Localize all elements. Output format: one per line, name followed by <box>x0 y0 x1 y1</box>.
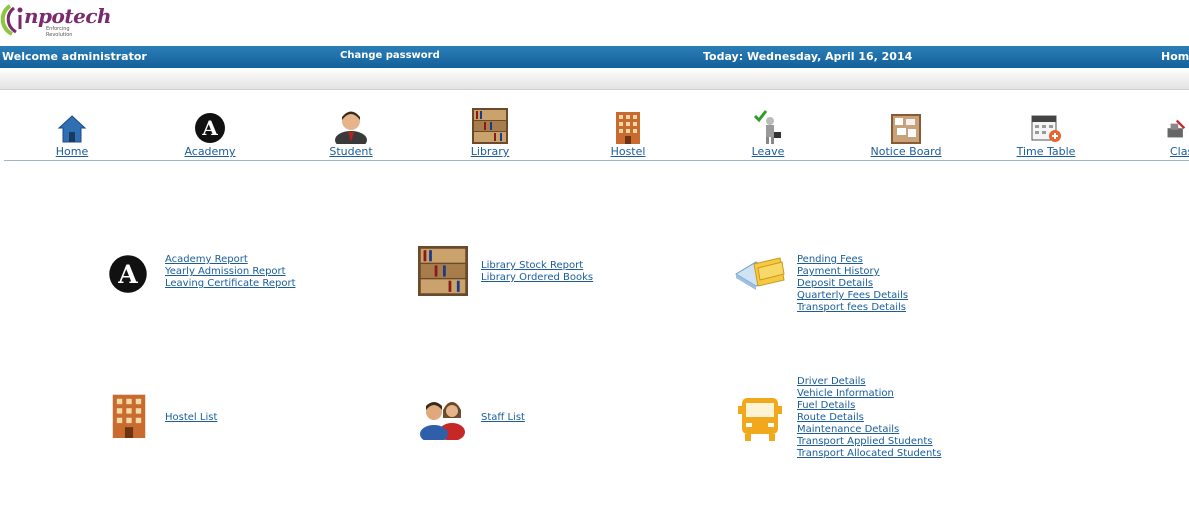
payment-history-link[interactable]: Payment History <box>797 266 908 278</box>
transport-links: Driver Details Vehicle Information Fuel … <box>797 376 941 460</box>
home-link[interactable]: Home <box>1161 50 1189 63</box>
nav-item-home[interactable]: Home <box>52 106 92 158</box>
logo-text: npotech <box>24 4 112 28</box>
vehicle-information-link[interactable]: Vehicle Information <box>797 388 941 400</box>
app-logo: npotech Enforcing Revolution <box>0 0 112 42</box>
fuel-details-link[interactable]: Fuel Details <box>797 400 941 412</box>
fees-group: Pending Fees Payment History Deposit Det… <box>734 254 954 318</box>
hostel-group: Hostel List <box>108 392 268 440</box>
library-icon <box>472 108 508 144</box>
nav-label: Clas <box>1170 145 1189 158</box>
change-password-link[interactable]: Change password <box>340 50 440 61</box>
nav-label: Time Table <box>1016 145 1076 158</box>
library-links: Library Stock Report Library Ordered Boo… <box>481 260 593 284</box>
nav-label: Leave <box>751 145 785 158</box>
sub-bar <box>0 68 1189 90</box>
driver-details-link[interactable]: Driver Details <box>797 376 941 388</box>
student-icon <box>335 111 367 144</box>
route-details-link[interactable]: Route Details <box>797 412 941 424</box>
nav-item-time-table[interactable]: Time Table <box>1014 106 1078 158</box>
leave-icon <box>753 110 781 144</box>
transport-fees-details-link[interactable]: Transport fees Details <box>797 302 908 314</box>
hostel-icon <box>112 394 146 438</box>
quarterly-fees-details-link[interactable]: Quarterly Fees Details <box>797 290 908 302</box>
academy-links: Academy Report Yearly Admission Report L… <box>165 254 296 290</box>
transport-allocated-students-link[interactable]: Transport Allocated Students <box>797 448 941 460</box>
nav-label: Hostel <box>610 145 646 158</box>
academy-icon: A <box>109 255 147 293</box>
deposit-details-link[interactable]: Deposit Details <box>797 278 908 290</box>
library-reports-group: Library Stock Report Library Ordered Boo… <box>418 246 638 298</box>
nav-label: Academy <box>184 145 236 158</box>
academy-reports-group: A Academy Report Yearly Admission Report… <box>108 254 328 298</box>
welcome-text: Welcome administrator <box>2 50 147 63</box>
hostel-links: Hostel List <box>165 412 217 424</box>
logo-tagline: Enforcing Revolution <box>46 26 73 38</box>
leaving-certificate-report-link[interactable]: Leaving Certificate Report <box>165 278 296 290</box>
home-icon <box>57 115 87 143</box>
yearly-admission-report-link[interactable]: Yearly Admission Report <box>165 266 296 278</box>
library-ordered-books-link[interactable]: Library Ordered Books <box>481 272 593 284</box>
academy-icon: A <box>195 113 225 143</box>
fees-icon <box>735 257 785 290</box>
nav-item-hostel[interactable]: Hostel <box>606 106 650 158</box>
transport-group: Driver Details Vehicle Information Fuel … <box>734 376 954 464</box>
hostel-icon <box>616 112 640 144</box>
top-bar: Welcome administrator Change password To… <box>0 46 1189 68</box>
main-nav: Home A Academy Student Library Hostel Le… <box>0 106 1189 161</box>
staff-list-link[interactable]: Staff List <box>481 412 525 424</box>
today-date: Today: Wednesday, April 16, 2014 <box>703 50 913 63</box>
staff-icon <box>420 402 465 440</box>
nav-label: Notice Board <box>870 145 942 158</box>
academy-report-link[interactable]: Academy Report <box>165 254 296 266</box>
nav-item-student[interactable]: Student <box>325 106 377 158</box>
notice-board-icon <box>891 114 921 144</box>
time-table-icon <box>1031 115 1061 142</box>
hostel-list-link[interactable]: Hostel List <box>165 412 217 424</box>
nav-label: Student <box>329 145 373 158</box>
nav-item-class[interactable]: Clas <box>1166 106 1189 158</box>
library-stock-report-link[interactable]: Library Stock Report <box>481 260 593 272</box>
svg-text:A: A <box>117 260 138 289</box>
nav-divider <box>4 160 1189 161</box>
class-icon <box>1167 119 1186 138</box>
staff-group: Staff List <box>418 392 578 440</box>
nav-item-academy[interactable]: A Academy <box>180 106 240 158</box>
transport-applied-students-link[interactable]: Transport Applied Students <box>797 436 941 448</box>
pending-fees-link[interactable]: Pending Fees <box>797 254 908 266</box>
nav-label: Home <box>55 145 89 158</box>
maintenance-details-link[interactable]: Maintenance Details <box>797 424 941 436</box>
bus-icon <box>738 398 782 441</box>
nav-item-notice-board[interactable]: Notice Board <box>870 106 942 158</box>
nav-label: Library <box>470 145 510 158</box>
fees-links: Pending Fees Payment History Deposit Det… <box>797 254 908 314</box>
library-icon <box>418 246 468 296</box>
nav-item-library[interactable]: Library <box>468 106 512 158</box>
nav-item-leave[interactable]: Leave <box>748 106 788 158</box>
staff-links: Staff List <box>481 412 525 424</box>
svg-text:A: A <box>201 116 218 140</box>
